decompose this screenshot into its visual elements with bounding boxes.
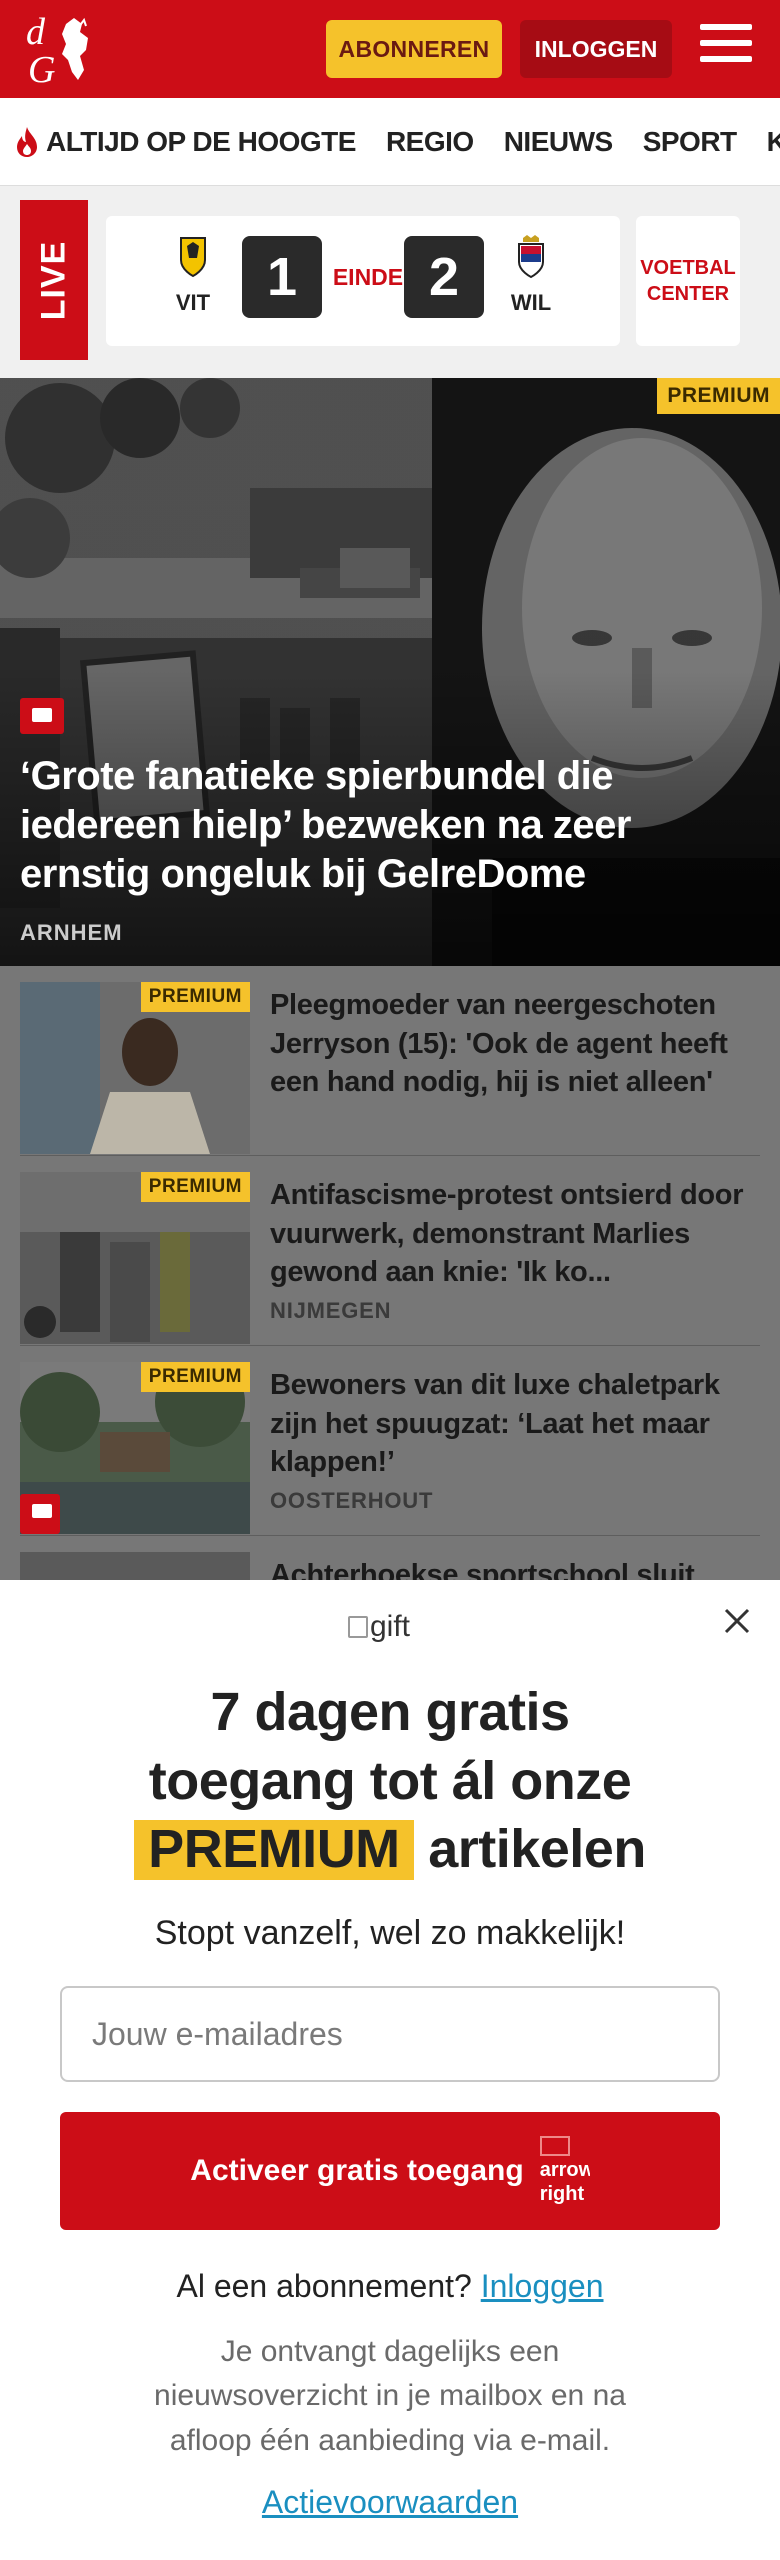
article-thumbnail: PREMIUM xyxy=(20,982,250,1154)
article-thumbnail: PREMIUM xyxy=(20,1172,250,1344)
site-logo[interactable]: d G xyxy=(22,10,118,91)
voetbal-center-button[interactable]: VOETBAL CENTER xyxy=(636,216,740,346)
nav-item-altijd-op-de-hoogte[interactable]: ALTIJD OP DE HOOGTE xyxy=(14,126,356,158)
premium-badge: PREMIUM xyxy=(140,1172,250,1202)
article-location: OOSTERHOUT xyxy=(270,1488,434,1513)
article-title[interactable]: Bewoners van dit luxe chaletpark zijn he… xyxy=(270,1366,760,1482)
modal-title-line-3: PREMIUM artikelen xyxy=(0,1815,780,1884)
home-team-name: VIT xyxy=(175,290,211,315)
main-nav: ALTIJD OP DE HOOGTE REGIO NIEUWS SPORT K… xyxy=(0,98,780,186)
article-title[interactable]: Achterhoekse sportschool sluit xyxy=(270,1556,760,1580)
away-score: 2 xyxy=(404,236,484,318)
comment-icon xyxy=(20,698,64,734)
list-item[interactable]: PREMIUM Antifascisme-protest ontsierd do… xyxy=(20,1156,760,1346)
modal-title-line-1: 7 dagen gratis xyxy=(210,1682,570,1742)
nav-item-kijk[interactable]: KIJK xyxy=(767,126,780,158)
premium-offer-modal: gift 7 dagen gratis toegang tot ál onze … xyxy=(0,1580,780,2560)
arrow-right-icon: arrow-right xyxy=(539,2121,590,2221)
premium-highlight: PREMIUM xyxy=(134,1819,414,1880)
list-item[interactable]: Achterhoekse sportschool sluit xyxy=(20,1536,760,1580)
premium-badge: PREMIUM xyxy=(140,982,250,1012)
willem-ii-crest-icon xyxy=(518,235,544,279)
nav-label: ALTIJD OP DE HOOGTE xyxy=(46,125,356,157)
premium-badge: PREMIUM xyxy=(657,378,780,414)
hamburger-menu-icon[interactable] xyxy=(700,24,752,70)
arrow-alt-text: arrow-right xyxy=(539,2159,590,2205)
hero-location: ARNHEM xyxy=(20,920,123,945)
hero-title[interactable]: ‘Grote fanatieke spierbundel die iederee… xyxy=(20,752,740,898)
info-text: Je ontvangt dagelijks een nieuwsoverzich… xyxy=(154,2335,626,2457)
close-icon[interactable] xyxy=(720,1604,754,1638)
voetbal-center-label-2: CENTER xyxy=(646,283,730,305)
activate-button-label: Activeer gratis toegang xyxy=(190,2154,524,2187)
site-header: d G ABONNEREN INLOGGEN xyxy=(0,0,780,98)
live-badge: LIVE xyxy=(20,200,88,360)
premium-badge: PREMIUM xyxy=(140,1362,250,1392)
comment-icon xyxy=(20,1494,60,1534)
article-location: NIJMEGEN xyxy=(270,1298,392,1323)
home-team: VIT xyxy=(158,234,228,316)
article-list: PREMIUM Pleegmoeder van neergeschoten Je… xyxy=(0,966,780,1580)
nav-item-nieuws[interactable]: NIEUWS xyxy=(504,126,614,158)
nav-item-sport[interactable]: SPORT xyxy=(643,126,737,158)
login-link[interactable]: Inloggen xyxy=(481,2268,604,2304)
vitesse-crest-icon xyxy=(180,237,206,278)
svg-text:d: d xyxy=(26,11,46,53)
match-card[interactable]: VIT 1 EINDE 2 WIL xyxy=(106,216,620,346)
hero-article[interactable]: PREMIUM ‘Grote fanatieke spierbundel die… xyxy=(0,378,780,966)
modal-subtitle: Stopt vanzelf, wel zo makkelijk! xyxy=(154,1914,626,1952)
article-thumbnail xyxy=(20,1552,250,1580)
flame-icon xyxy=(17,126,37,157)
activate-button[interactable]: Activeer gratis toegang arrow-right xyxy=(60,2112,720,2230)
away-team: WIL xyxy=(496,234,566,316)
login-button[interactable]: INLOGGEN xyxy=(520,20,672,78)
subscribe-button[interactable]: ABONNEREN xyxy=(326,20,502,78)
svg-text:G: G xyxy=(28,49,55,88)
home-score: 1 xyxy=(242,236,322,318)
article-thumbnail: PREMIUM xyxy=(20,1362,250,1534)
gift-alt-text: gift xyxy=(370,1610,411,1643)
nav-item-regio[interactable]: REGIO xyxy=(386,126,474,158)
list-item[interactable]: PREMIUM Bewoners van dit luxe chaletpark… xyxy=(20,1346,760,1536)
gift-icon: gift xyxy=(348,1610,410,1644)
live-scoreboard: LIVE VIT 1 EINDE 2 WIL VOETBAL CENTER xyxy=(0,186,780,378)
login-prompt: Al een abonnement? Inloggen xyxy=(0,2268,780,2305)
away-team-name: WIL xyxy=(510,290,552,315)
modal-title-line-2: toegang tot ál onze xyxy=(148,1750,632,1811)
article-title[interactable]: Antifascisme-protest ontsierd door vuurw… xyxy=(270,1176,760,1296)
terms-link[interactable]: Actievoorwaarden xyxy=(0,2484,780,2521)
voetbal-center-label-1: VOETBAL xyxy=(640,257,736,279)
article-title[interactable]: Pleegmoeder van neergeschoten Jerryson (… xyxy=(270,986,760,1102)
login-prompt-text: Al een abonnement? xyxy=(176,2268,472,2304)
email-input[interactable] xyxy=(60,1986,720,2082)
match-status: EINDE xyxy=(332,264,404,290)
modal-title: 7 dagen gratis toegang tot ál onze PREMI… xyxy=(0,1678,780,1884)
list-item[interactable]: PREMIUM Pleegmoeder van neergeschoten Je… xyxy=(20,966,760,1156)
modal-title-line-3-rest: artikelen xyxy=(428,1819,646,1880)
